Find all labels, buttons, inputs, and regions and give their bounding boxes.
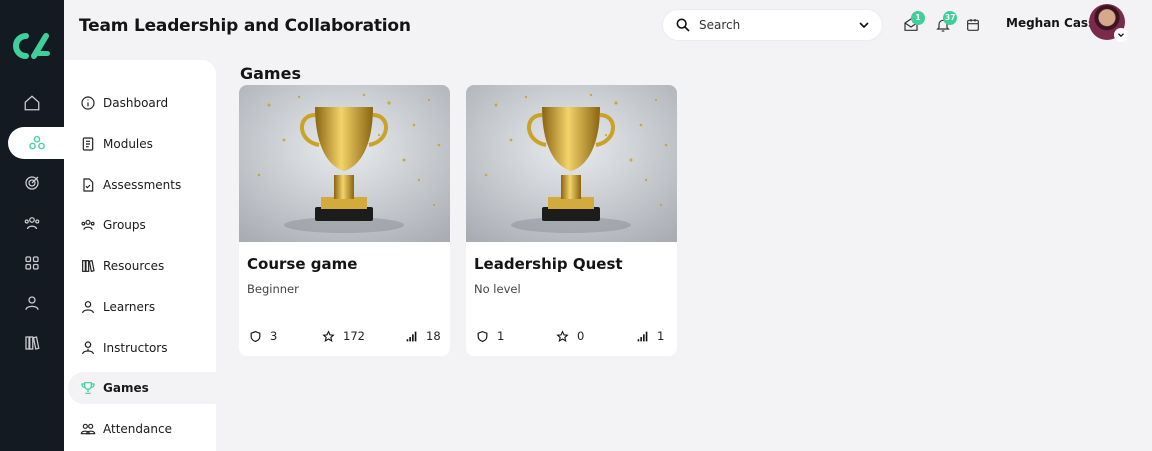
stat-value: 172 — [343, 329, 365, 343]
card-title: Course game — [247, 255, 358, 273]
trophy-image — [239, 85, 450, 242]
sidebar-item-label: Groups — [103, 218, 146, 232]
apps-grid-icon — [25, 256, 39, 270]
book-icon — [82, 137, 94, 151]
stat-value: 0 — [577, 329, 585, 343]
signal-bars-icon — [406, 331, 417, 341]
app-rail — [0, 0, 66, 451]
modules-hub-icon — [29, 135, 45, 150]
sidebar-item-label: Learners — [103, 300, 156, 314]
stat-levels: 1 — [636, 329, 664, 343]
card-level: No level — [474, 282, 521, 296]
users-icon — [24, 217, 40, 230]
chevron-down-icon — [1118, 33, 1124, 38]
trophy-image — [466, 85, 677, 242]
user-name[interactable]: Meghan Cass — [1006, 16, 1095, 30]
group-icon — [81, 219, 95, 230]
stat-levels: 18 — [405, 329, 441, 343]
avatar-menu-toggle[interactable] — [1114, 28, 1128, 42]
sidebar-item-label: Attendance — [103, 422, 172, 436]
chevron-down-icon[interactable] — [856, 17, 872, 33]
section-title: Games — [240, 64, 301, 83]
sidebar-item-resources[interactable]: Resources — [68, 250, 216, 282]
notifications-badge: 37 — [943, 11, 958, 25]
card-title: Leadership Quest — [474, 255, 623, 273]
messages-button[interactable]: 1 — [903, 11, 925, 34]
game-card[interactable]: Leadership Quest No level 1 0 1 — [466, 85, 677, 356]
sidebar-item-label: Resources — [103, 259, 165, 273]
stat-value: 3 — [270, 329, 278, 343]
user-icon — [25, 296, 39, 310]
target-icon — [25, 176, 39, 190]
sidebar-item-label: Dashboard — [103, 96, 169, 110]
sidebar-item-label: Modules — [103, 137, 153, 151]
stat-value: 1 — [497, 329, 505, 343]
sidebar-item-learners[interactable]: Learners — [68, 291, 216, 323]
stat-stars: 172 — [322, 329, 365, 343]
sidebar-item-dashboard[interactable]: Dashboard — [68, 87, 216, 119]
sidebar-item-label: Games — [103, 381, 149, 395]
sidebar-item-modules[interactable]: Modules — [68, 128, 216, 160]
sidebar-item-groups[interactable]: Groups — [68, 209, 216, 241]
attendance-icon — [80, 423, 96, 435]
page-title: Team Leadership and Collaboration — [79, 16, 411, 36]
sidebar-item-assessments[interactable]: Assessments — [68, 169, 216, 201]
course-sidebar: Dashboard Modules Assessments Groups Res… — [64, 60, 216, 451]
rail-modules[interactable] — [8, 127, 66, 159]
shield-icon — [477, 330, 488, 342]
rail-library[interactable] — [0, 327, 64, 359]
search-bar[interactable] — [663, 10, 882, 40]
shield-icon — [250, 330, 261, 342]
sidebar-item-games[interactable]: Games — [68, 372, 216, 404]
sidebar-item-label: Assessments — [103, 178, 182, 192]
trophy-icon — [81, 382, 95, 394]
app-logo-icon[interactable] — [10, 30, 54, 62]
sidebar-item-instructors[interactable]: Instructors — [68, 332, 216, 364]
messages-badge: 1 — [911, 11, 925, 25]
calendar-icon — [967, 19, 979, 31]
stat-value: 1 — [657, 329, 665, 343]
rail-apps[interactable] — [0, 247, 64, 279]
instructor-icon — [82, 341, 94, 355]
learner-icon — [82, 301, 94, 314]
calendar-button[interactable] — [965, 14, 983, 34]
stat-shields: 1 — [476, 329, 504, 343]
rail-goals[interactable] — [0, 167, 64, 199]
search-input[interactable] — [699, 18, 856, 32]
game-card[interactable]: Course game Beginner 3 172 18 — [239, 85, 450, 356]
rail-home[interactable] — [0, 87, 64, 119]
star-icon — [556, 329, 569, 342]
rail-users[interactable] — [0, 207, 64, 239]
info-icon — [81, 96, 95, 110]
home-icon — [24, 95, 40, 111]
stat-stars: 0 — [556, 329, 584, 343]
notifications-button[interactable]: 37 — [935, 11, 958, 34]
card-level: Beginner — [247, 282, 299, 296]
search-icon — [676, 18, 690, 32]
sidebar-item-attendance[interactable]: Attendance — [68, 413, 216, 445]
stat-value: 18 — [426, 329, 441, 343]
resources-icon — [82, 259, 95, 273]
rail-profile[interactable] — [0, 287, 64, 319]
document-check-icon — [83, 178, 94, 192]
stat-shields: 3 — [249, 329, 277, 343]
sidebar-item-label: Instructors — [103, 341, 168, 355]
star-icon — [322, 329, 335, 342]
library-icon — [25, 336, 40, 350]
signal-bars-icon — [637, 331, 648, 341]
